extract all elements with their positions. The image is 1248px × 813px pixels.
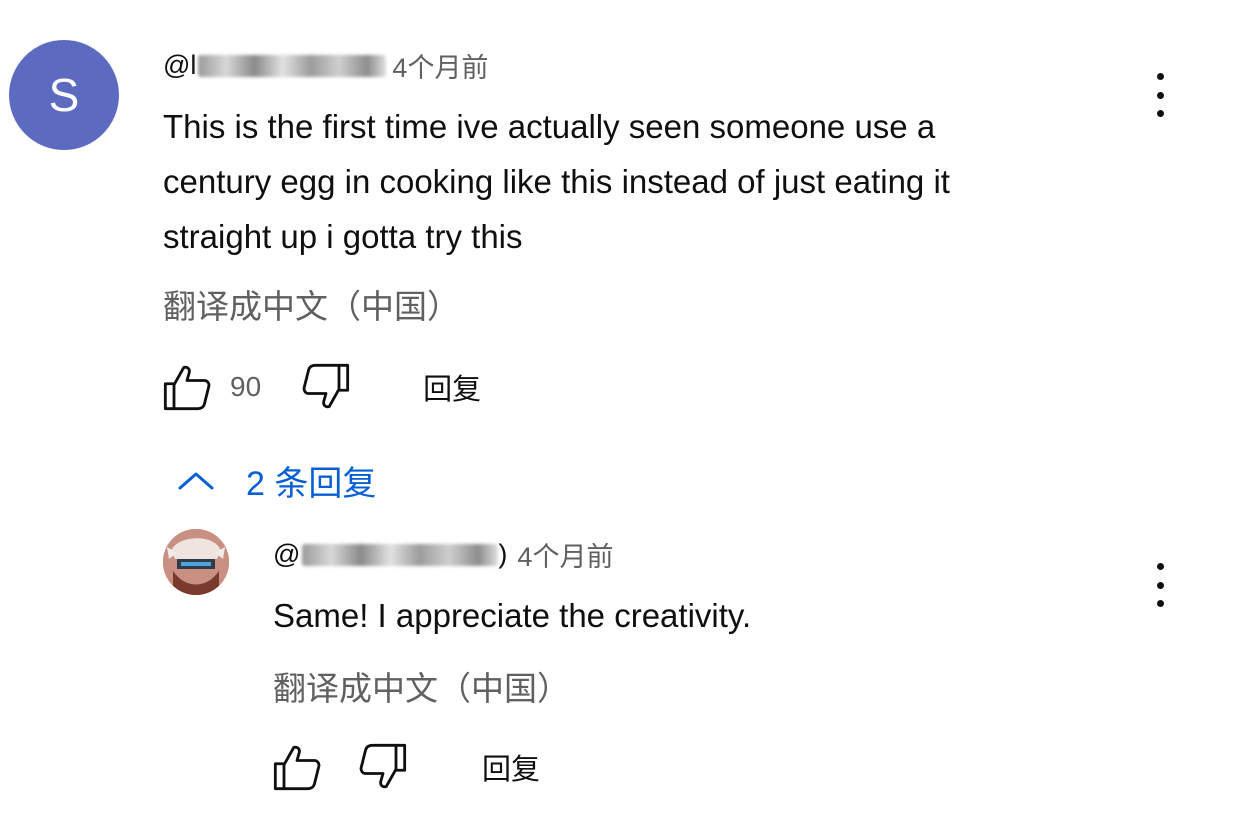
avatar-image [163, 529, 229, 595]
reply-like-button[interactable] [270, 740, 324, 794]
comment-actions: 90 回复 [160, 360, 481, 414]
more-vertical-icon [1156, 563, 1164, 570]
thumbs-up-icon [163, 365, 211, 411]
reply-avatar[interactable] [163, 529, 229, 595]
like-count: 90 [230, 371, 262, 402]
comment-body: This is the first time ive actually seen… [163, 99, 950, 264]
kebab-dot [1156, 581, 1164, 589]
chevron-up-icon [178, 472, 214, 489]
avatar-letter: S [48, 69, 80, 121]
reply-button[interactable]: 回复 [423, 366, 481, 408]
redacted-handle [198, 54, 387, 77]
translate-link[interactable]: 翻译成中文（中国） [163, 280, 460, 328]
comment-text-line: This is the first time ive actually seen… [163, 108, 936, 145]
reply-more-actions-button[interactable] [1155, 563, 1165, 607]
more-actions-button[interactable] [1155, 73, 1165, 117]
reply-author-handle[interactable]: @ [273, 539, 300, 570]
comment-text-line: straight up i gotta try this [163, 218, 523, 255]
comment-text-line: century egg in cooking like this instead… [163, 163, 950, 200]
comment-header: @l 4个月前 [163, 46, 488, 85]
like-button[interactable] [160, 360, 214, 414]
reply-header: @ ) 4个月前 [273, 535, 613, 574]
replies-toggle-button[interactable]: 2 条回复 [176, 456, 376, 505]
more-vertical-icon [1156, 73, 1164, 80]
thumbs-down-icon [359, 743, 407, 789]
reply-translate-link[interactable]: 翻译成中文（中国） [273, 662, 570, 710]
thumbs-up-icon [273, 745, 321, 791]
reply-text: Same! I appreciate the creativity. [273, 597, 752, 634]
kebab-dot [1156, 600, 1164, 607]
reply-author-handle-end: ) [498, 539, 508, 569]
avatar[interactable]: S [9, 40, 119, 150]
kebab-dot [1156, 91, 1164, 99]
thumbs-down-icon [302, 363, 350, 409]
kebab-dot [1156, 110, 1164, 117]
reply-reply-button[interactable]: 回复 [482, 746, 540, 788]
comment-timestamp[interactable]: 4个月前 [392, 46, 488, 85]
dislike-button[interactable] [299, 360, 353, 414]
replies-count-label: 2 条回复 [246, 465, 377, 503]
comment-author-handle[interactable]: @l [163, 50, 196, 81]
reply-timestamp[interactable]: 4个月前 [517, 535, 613, 574]
reply-actions: 回复 [270, 740, 540, 794]
redacted-handle [302, 543, 499, 566]
reply-dislike-button[interactable] [356, 740, 410, 794]
